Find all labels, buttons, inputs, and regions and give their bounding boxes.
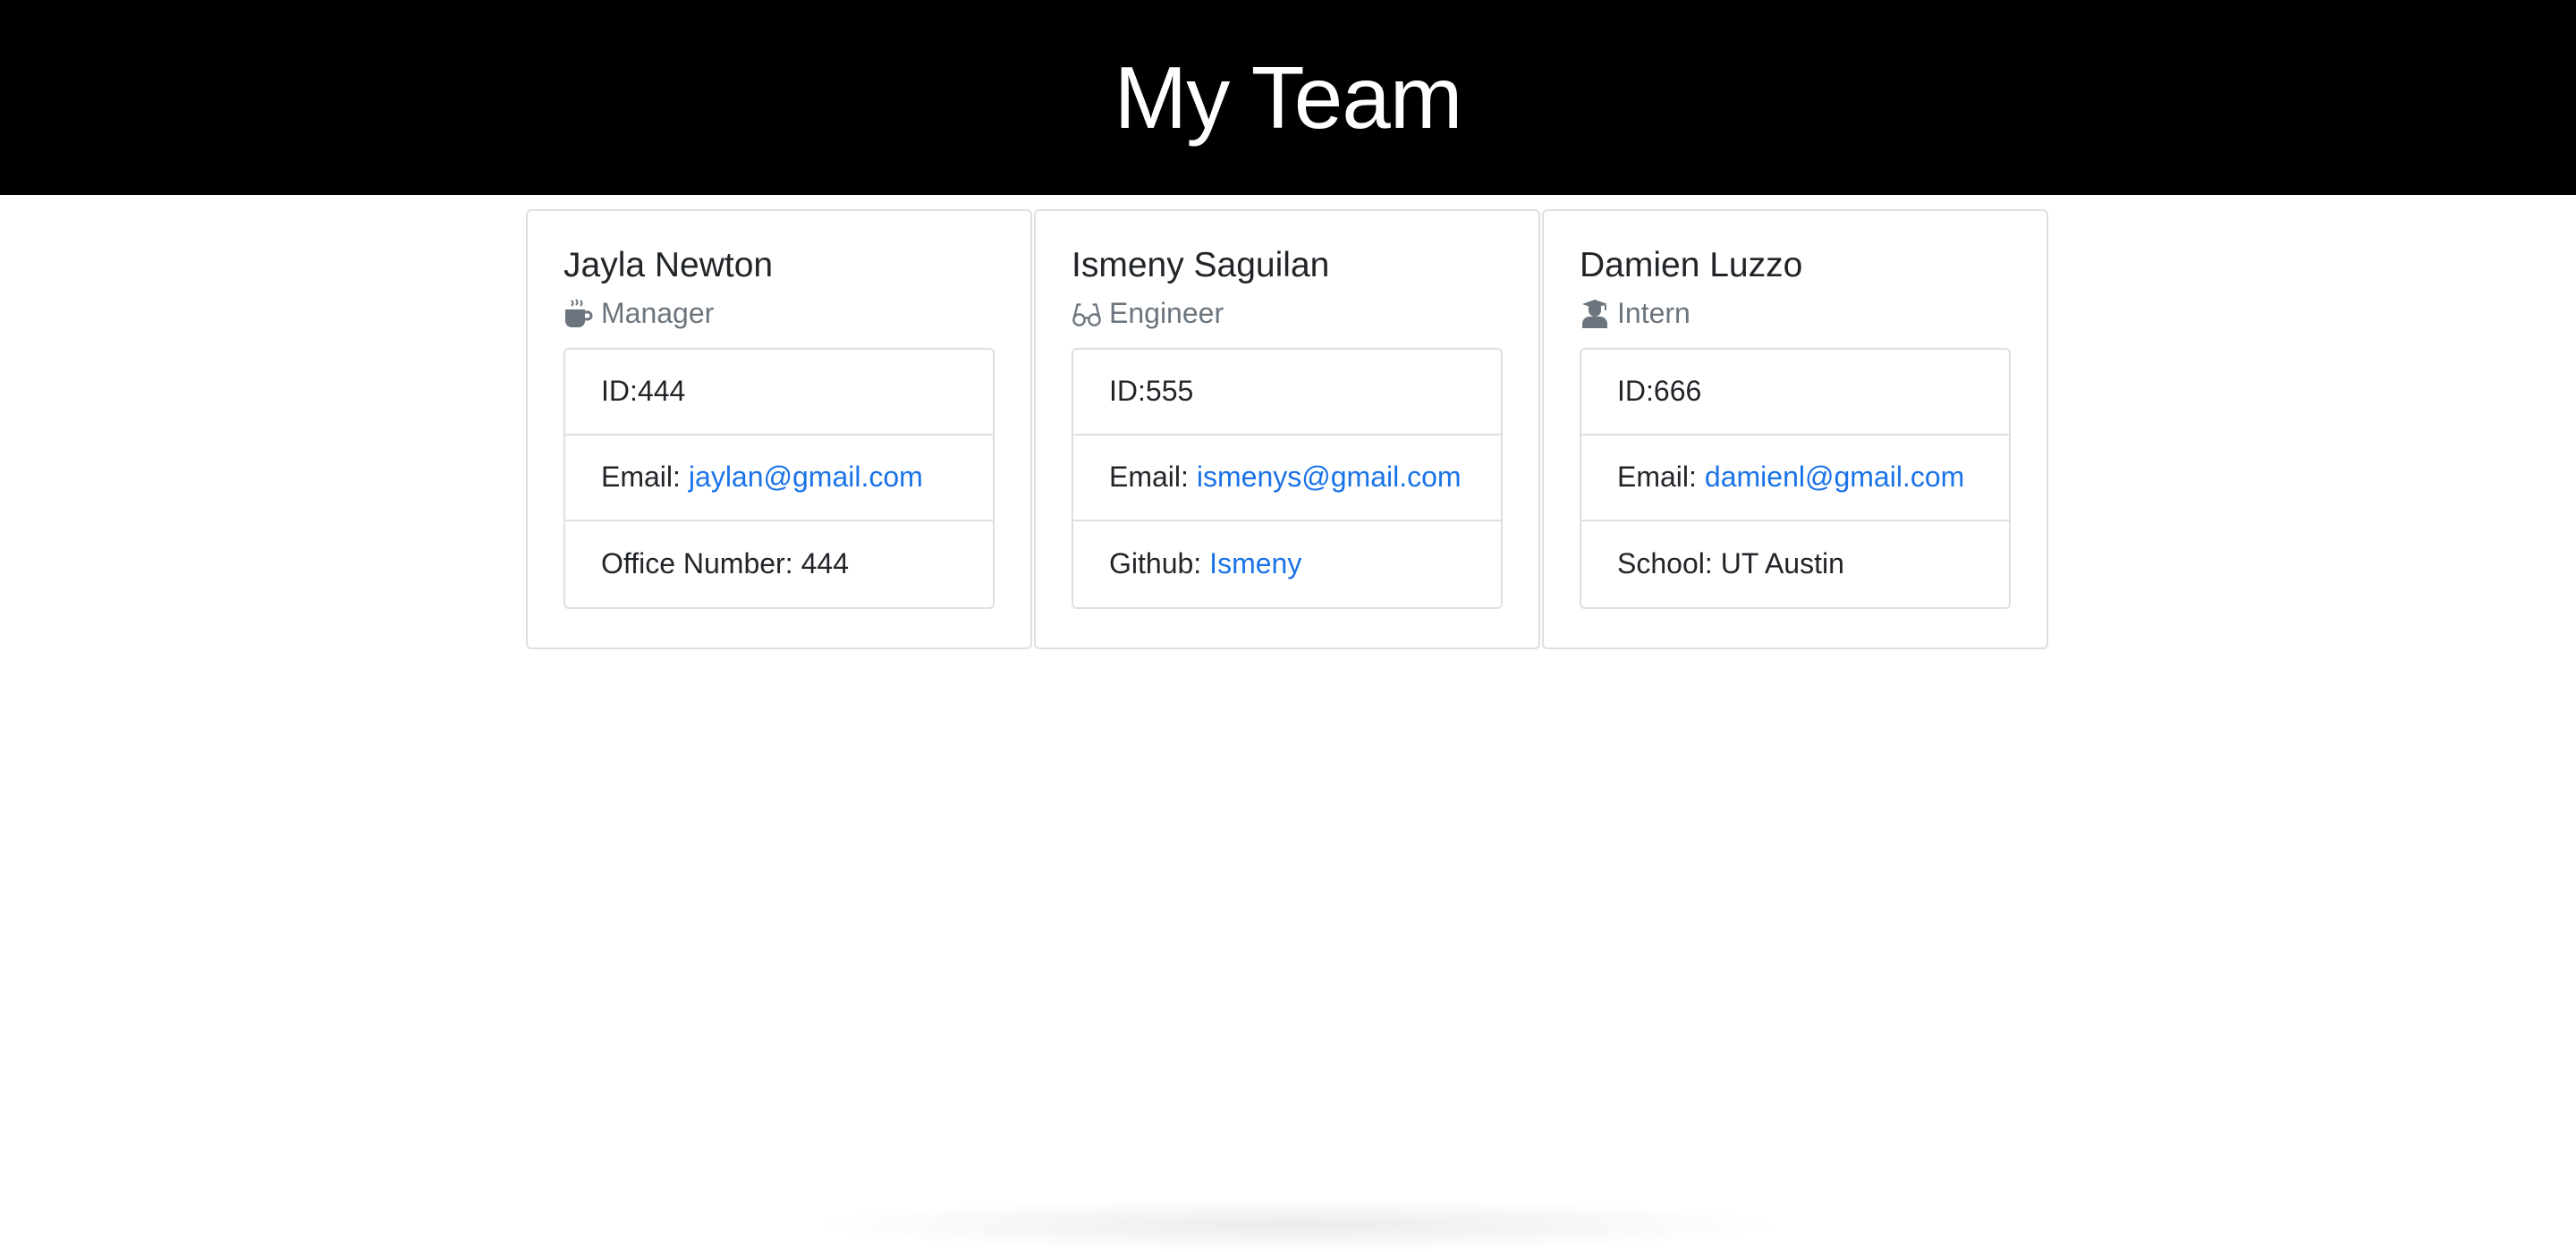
employee-school: School: UT Austin bbox=[1581, 521, 2009, 607]
office-number-value: 444 bbox=[801, 547, 849, 580]
employee-email: Email: damienl@gmail.com bbox=[1581, 436, 2009, 521]
employee-id: ID: 444 bbox=[565, 350, 993, 436]
email-link[interactable]: damienl@gmail.com bbox=[1705, 461, 1964, 494]
employee-id: ID: 555 bbox=[1073, 350, 1501, 436]
employee-role-label: Intern bbox=[1617, 297, 1690, 330]
github-label: Github: bbox=[1109, 547, 1202, 580]
id-value: 666 bbox=[1653, 375, 1702, 408]
id-label: ID: bbox=[1109, 375, 1146, 408]
employee-details: ID: 666 Email: damienl@gmail.com School: … bbox=[1580, 347, 2011, 609]
email-link[interactable]: jaylan@gmail.com bbox=[689, 461, 923, 494]
employee-details: ID: 555 Email: ismenys@gmail.com Github: … bbox=[1072, 347, 1503, 609]
email-label: Email: bbox=[1109, 461, 1189, 494]
employee-id: ID: 666 bbox=[1581, 350, 2009, 436]
employee-email: Email: ismenys@gmail.com bbox=[1073, 436, 1501, 521]
employee-role: Manager bbox=[564, 292, 995, 335]
school-value: UT Austin bbox=[1720, 547, 1844, 580]
employee-github: Github: Ismeny bbox=[1073, 521, 1501, 607]
office-number-label: Office Number: bbox=[601, 547, 793, 580]
id-label: ID: bbox=[601, 375, 638, 408]
graduate-icon bbox=[1580, 299, 1610, 329]
employee-role-label: Engineer bbox=[1109, 297, 1224, 330]
employee-card-manager: Jayla Newton Manager ID: 444 Email: jayla… bbox=[526, 209, 1032, 649]
employee-card-intern: Damien Luzzo Intern ID: 666 Email: damien… bbox=[1542, 209, 2048, 649]
email-label: Email: bbox=[601, 461, 681, 494]
employee-role: Intern bbox=[1580, 292, 2011, 335]
page-header: My Team bbox=[0, 0, 2576, 195]
employee-role-label: Manager bbox=[601, 297, 715, 330]
employee-details: ID: 444 Email: jaylan@gmail.com Office Nu… bbox=[564, 347, 995, 609]
school-label: School: bbox=[1617, 547, 1713, 580]
id-value: 444 bbox=[637, 375, 686, 408]
employee-card-engineer: Ismeny Saguilan Engineer ID: 555 Email: i… bbox=[1034, 209, 1540, 649]
employee-name: Ismeny Saguilan bbox=[1072, 246, 1330, 284]
employee-email: Email: jaylan@gmail.com bbox=[565, 436, 993, 521]
employee-name: Damien Luzzo bbox=[1580, 246, 1803, 284]
email-link[interactable]: ismenys@gmail.com bbox=[1197, 461, 1462, 494]
employee-office-number: Office Number: 444 bbox=[565, 521, 993, 607]
team-cards: Jayla Newton Manager ID: 444 Email: jayla… bbox=[526, 209, 2048, 649]
github-link[interactable]: Ismeny bbox=[1209, 547, 1301, 580]
id-label: ID: bbox=[1617, 375, 1654, 408]
coffee-icon bbox=[564, 299, 594, 329]
employee-name: Jayla Newton bbox=[564, 246, 774, 284]
page-title: My Team bbox=[1114, 47, 1463, 147]
employee-role: Engineer bbox=[1072, 292, 1503, 335]
glasses-icon bbox=[1072, 299, 1102, 329]
window-shadow bbox=[805, 1198, 1789, 1252]
email-label: Email: bbox=[1617, 461, 1697, 494]
id-value: 555 bbox=[1145, 375, 1194, 408]
